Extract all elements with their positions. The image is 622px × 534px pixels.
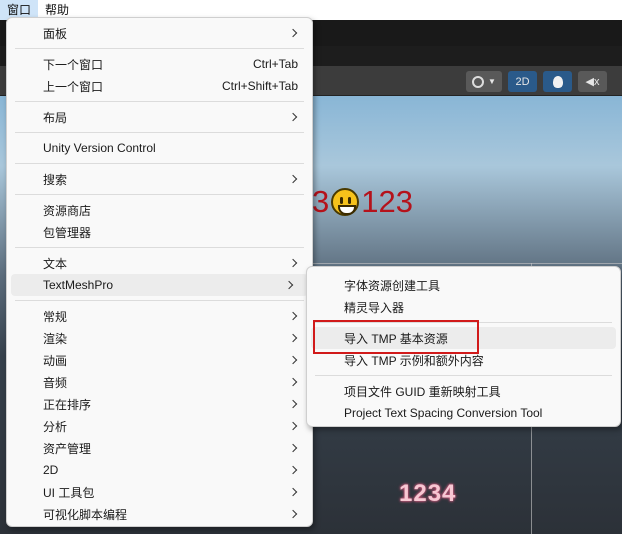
menu-item-ui-toolkit[interactable]: UI 工具包 [7,481,312,503]
menu-item-label: 资产管理 [43,441,92,456]
menu-item-label: 导入 TMP 示例和额外内容 [344,353,484,368]
menu-item-label: 分析 [43,419,68,434]
menu-item-label: 项目文件 GUID 重新映射工具 [344,384,501,399]
window-menu: 面板 下一个窗口 Ctrl+Tab 上一个窗口 Ctrl+Shift+Tab 布… [6,17,313,527]
menu-item-animation[interactable]: 动画 [7,349,312,371]
separator [15,132,304,133]
shading-mode-button[interactable]: ▼ [466,71,502,92]
menu-item-sprite-importer[interactable]: 精灵导入器 [307,296,620,318]
chevron-right-icon [290,312,298,320]
menu-item-label: 正在排序 [43,397,92,412]
chevron-right-icon [290,378,298,386]
menu-item-label: UI 工具包 [43,485,95,500]
menu-item-label: 搜索 [43,172,68,187]
menu-item-label: 常规 [43,309,68,324]
menu-item-label: 资源商店 [43,203,92,218]
menu-item-panels[interactable]: 面板 [7,22,312,44]
menu-item-sequencing[interactable]: 正在排序 [7,393,312,415]
menu-item-text-spacing-conversion[interactable]: Project Text Spacing Conversion Tool [307,402,620,424]
menu-item-general[interactable]: 常规 [7,305,312,327]
menu-item-asset-management[interactable]: 资产管理 [7,437,312,459]
separator [15,101,304,102]
menu-item-2d[interactable]: 2D [7,459,312,481]
menu-item-label: 精灵导入器 [344,300,405,315]
menu-item-label: Unity Version Control [43,141,156,155]
chevron-down-icon: ▼ [488,77,496,86]
separator [15,163,304,164]
menu-item-label: 音频 [43,375,68,390]
menu-item-search[interactable]: 搜索 [7,168,312,190]
chevron-right-icon [290,29,298,37]
speaker-icon: ◀x [585,76,600,88]
separator [15,48,304,49]
separator [315,375,612,376]
lighting-toggle-button[interactable] [543,71,572,92]
audio-toggle-button[interactable]: ◀x [578,71,607,92]
chevron-right-icon [290,510,298,518]
menu-item-label: 字体资源创建工具 [344,278,441,293]
chevron-right-icon [290,334,298,342]
chevron-right-icon [290,175,298,183]
grin-emoji-icon [331,188,360,216]
menu-item-package-manager[interactable]: 包管理器 [7,221,312,243]
menu-item-unity-version-control[interactable]: Unity Version Control [7,137,312,159]
chevron-right-icon [290,356,298,364]
highlight-annotation-box [313,320,479,354]
chevron-right-icon [290,444,298,452]
separator [15,247,304,248]
lightbulb-icon [552,75,563,88]
scene-text-123: 123 [361,184,413,219]
menu-item-label: 可视化脚本编程 [43,507,128,522]
menu-item-label: 面板 [43,26,68,41]
chevron-right-icon [290,400,298,408]
menu-item-visual-scripting[interactable]: 可视化脚本编程 [7,503,312,525]
scene-text-1234: 1234 [399,480,457,507]
menu-item-layouts[interactable]: 布局 [7,106,312,128]
chevron-right-icon [290,259,298,267]
chevron-right-icon [290,113,298,121]
menu-item-label: 上一个窗口 [43,79,104,94]
separator [15,300,304,301]
menu-item-shortcut: Ctrl+Shift+Tab [221,79,298,93]
chevron-right-icon [290,466,298,474]
menu-item-label: 动画 [43,353,68,368]
menu-item-guid-remapping-tool[interactable]: 项目文件 GUID 重新映射工具 [307,380,620,402]
toggle-2d-button[interactable]: 2D [508,71,537,92]
menu-item-label: 布局 [43,110,68,125]
menu-item-label: TextMeshPro [43,278,114,292]
menu-item-label: 2D [43,463,59,477]
menu-item-rendering[interactable]: 渲染 [7,327,312,349]
menu-item-label: Project Text Spacing Conversion Tool [344,406,543,420]
menu-item-asset-store[interactable]: 资源商店 [7,199,312,221]
chevron-right-icon [286,281,294,289]
scene-emoji-text: 3 123 [312,184,413,220]
menu-item-label: 文本 [43,256,68,271]
separator [15,194,304,195]
circle-icon [472,75,485,88]
canvas-border-top [300,263,622,264]
chevron-right-icon [290,422,298,430]
menu-item-previous-window[interactable]: 上一个窗口 Ctrl+Shift+Tab [7,75,312,97]
menu-item-shortcut: Ctrl+Tab [252,57,298,71]
menu-item-text[interactable]: 文本 [7,252,312,274]
menu-item-audio[interactable]: 音频 [7,371,312,393]
menu-item-textmeshpro[interactable]: TextMeshPro [11,274,308,296]
chevron-right-icon [290,488,298,496]
menu-item-font-asset-creator[interactable]: 字体资源创建工具 [307,274,620,296]
scene-text-3: 3 [312,184,330,219]
menu-item-label: 渲染 [43,331,68,346]
menu-item-next-window[interactable]: 下一个窗口 Ctrl+Tab [7,53,312,75]
menu-item-label: 包管理器 [43,225,92,240]
menu-item-label: 下一个窗口 [43,57,104,72]
menu-item-analysis[interactable]: 分析 [7,415,312,437]
